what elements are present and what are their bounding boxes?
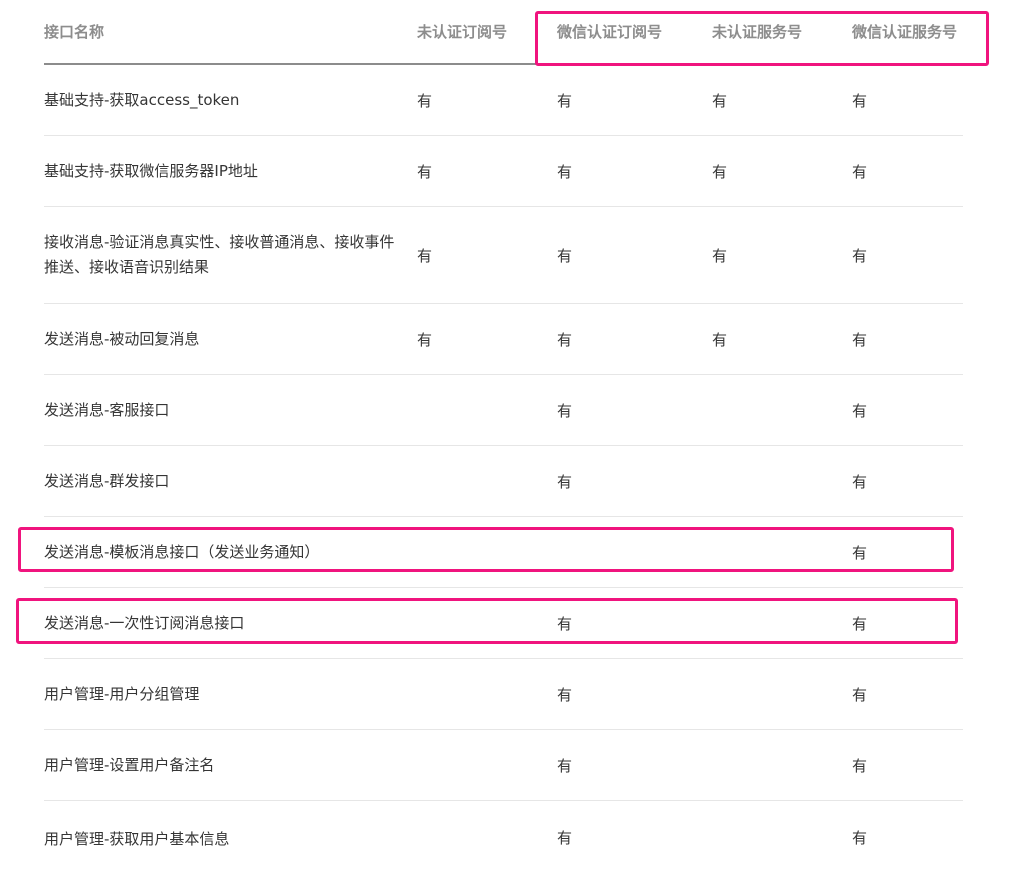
value-cell: 有 <box>417 304 557 375</box>
value-cell: 有 <box>557 207 712 304</box>
table-row: 基础支持-获取access_token 有 有 有 有 <box>44 64 963 136</box>
value-cell: 有 <box>557 659 712 730</box>
value-cell: 有 <box>852 136 963 207</box>
api-name-cell: 基础支持-获取微信服务器IP地址 <box>44 136 417 207</box>
table-row: 发送消息-客服接口 有 有 <box>44 375 963 446</box>
value-cell <box>712 446 852 517</box>
api-name-cell: 接收消息-验证消息真实性、接收普通消息、接收事件推送、接收语音识别结果 <box>44 207 417 304</box>
highlight-box-verified-columns <box>535 11 989 66</box>
value-cell: 有 <box>557 136 712 207</box>
value-cell: 有 <box>852 659 963 730</box>
table-row: 用户管理-获取用户基本信息 有 有 <box>44 801 963 887</box>
api-name-cell: 基础支持-获取access_token <box>44 64 417 136</box>
value-cell <box>417 446 557 517</box>
table-row: 发送消息-群发接口 有 有 <box>44 446 963 517</box>
value-cell: 有 <box>557 730 712 801</box>
highlight-box-template-message-row <box>18 527 954 572</box>
value-cell <box>712 375 852 446</box>
value-cell <box>712 801 852 887</box>
table-row: 接收消息-验证消息真实性、接收普通消息、接收事件推送、接收语音识别结果 有 有 … <box>44 207 963 304</box>
api-name-cell: 用户管理-用户分组管理 <box>44 659 417 730</box>
value-cell: 有 <box>712 64 852 136</box>
table-row: 用户管理-设置用户备注名 有 有 <box>44 730 963 801</box>
value-cell: 有 <box>852 446 963 517</box>
table-row: 用户管理-用户分组管理 有 有 <box>44 659 963 730</box>
table-row: 基础支持-获取微信服务器IP地址 有 有 有 有 <box>44 136 963 207</box>
api-permission-table-container: 接口名称 未认证订阅号 微信认证订阅号 未认证服务号 微信认证服务号 基础支持-… <box>44 0 963 887</box>
value-cell: 有 <box>557 446 712 517</box>
table-row: 发送消息-被动回复消息 有 有 有 有 <box>44 304 963 375</box>
api-name-cell: 发送消息-被动回复消息 <box>44 304 417 375</box>
highlight-box-one-time-subscribe-row <box>16 598 958 644</box>
value-cell: 有 <box>712 207 852 304</box>
header-api-name: 接口名称 <box>44 0 417 64</box>
value-cell: 有 <box>417 136 557 207</box>
value-cell: 有 <box>852 304 963 375</box>
api-name-cell: 发送消息-群发接口 <box>44 446 417 517</box>
value-cell <box>417 659 557 730</box>
api-name-cell: 发送消息-客服接口 <box>44 375 417 446</box>
value-cell: 有 <box>557 64 712 136</box>
value-cell: 有 <box>852 730 963 801</box>
value-cell: 有 <box>417 64 557 136</box>
value-cell <box>417 375 557 446</box>
api-name-cell: 用户管理-获取用户基本信息 <box>44 801 417 887</box>
value-cell: 有 <box>852 801 963 887</box>
value-cell: 有 <box>852 64 963 136</box>
value-cell: 有 <box>852 207 963 304</box>
api-name-cell: 用户管理-设置用户备注名 <box>44 730 417 801</box>
value-cell <box>712 730 852 801</box>
value-cell: 有 <box>557 304 712 375</box>
value-cell: 有 <box>557 801 712 887</box>
value-cell <box>417 730 557 801</box>
value-cell: 有 <box>712 304 852 375</box>
value-cell <box>417 801 557 887</box>
value-cell: 有 <box>417 207 557 304</box>
value-cell: 有 <box>712 136 852 207</box>
value-cell: 有 <box>557 375 712 446</box>
api-permission-table: 接口名称 未认证订阅号 微信认证订阅号 未认证服务号 微信认证服务号 基础支持-… <box>44 0 963 887</box>
value-cell: 有 <box>852 375 963 446</box>
value-cell <box>712 659 852 730</box>
